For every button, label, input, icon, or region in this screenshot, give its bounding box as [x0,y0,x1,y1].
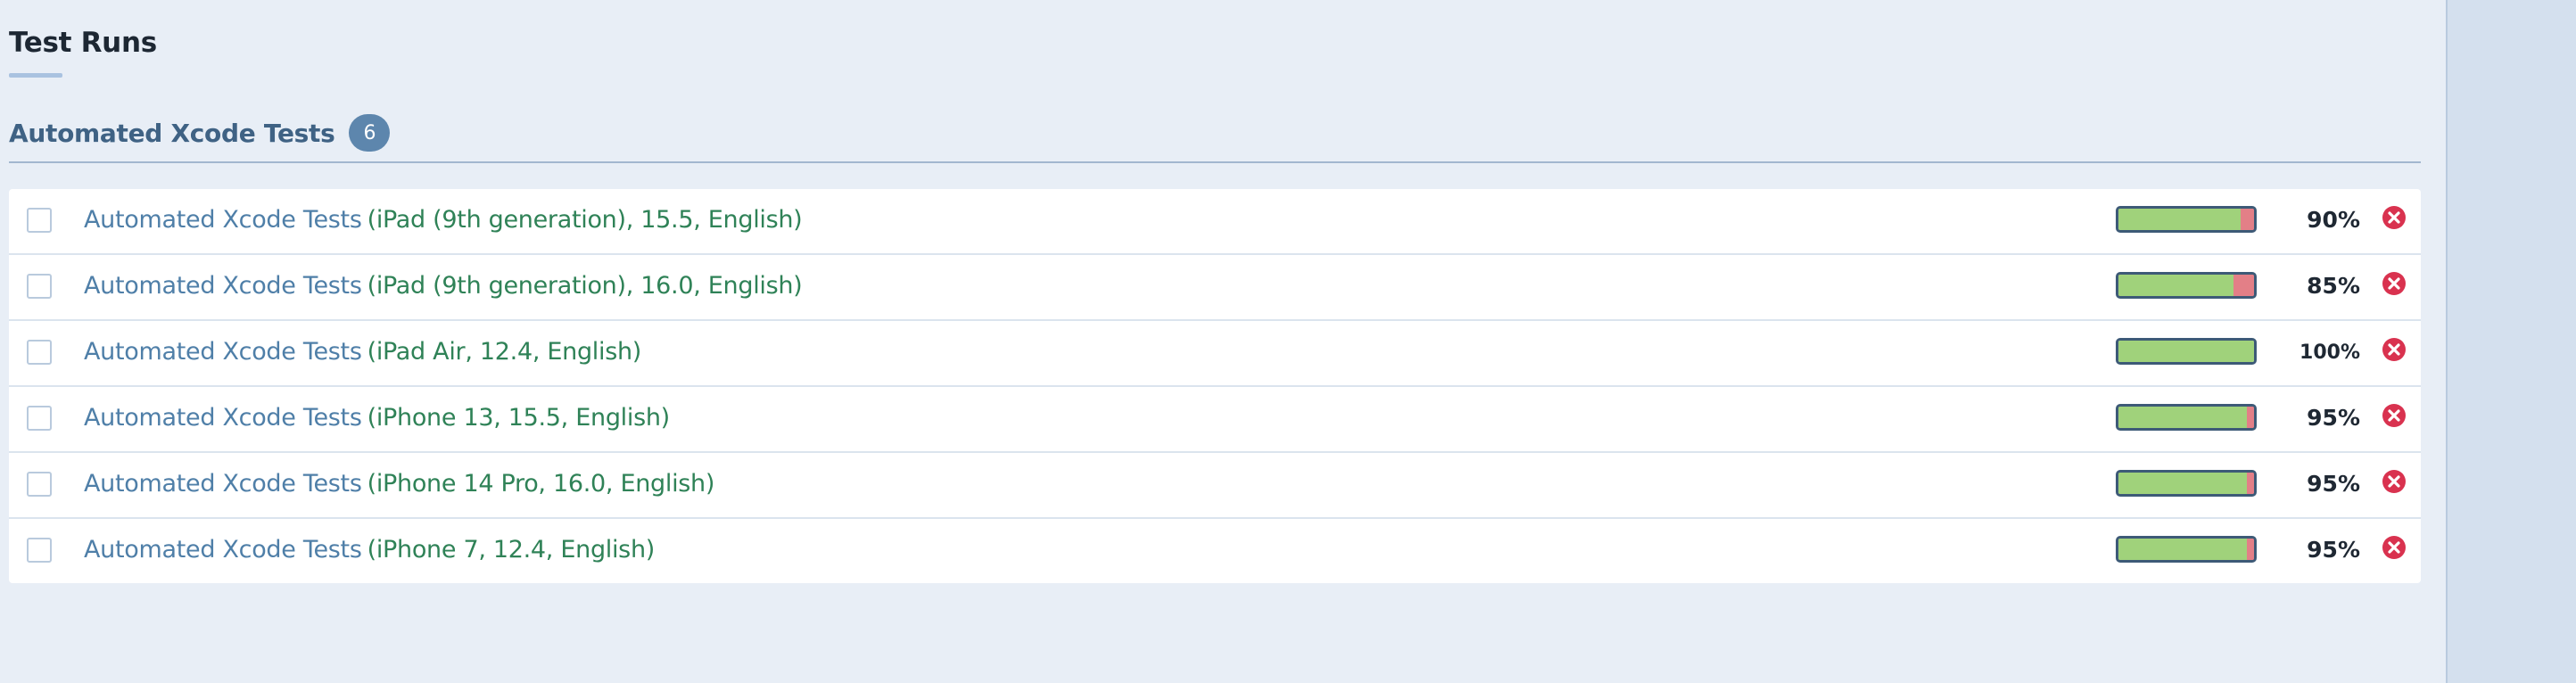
test-run-row: Automated Xcode Tests (iPhone 7, 12.4, En… [9,519,2421,583]
progress-pass-segment [2118,341,2254,362]
right-sidebar-panel [2446,0,2576,683]
pass-percentage: 90% [2307,207,2360,233]
test-run-row: Automated Xcode Tests (iPhone 13, 15.5, E… [9,387,2421,453]
progress-pass-segment [2118,473,2248,494]
test-run-link[interactable]: Automated Xcode Tests (iPhone 13, 15.5, E… [84,404,670,432]
pass-percentage: 95% [2307,537,2360,563]
test-run-name: Automated Xcode Tests [84,206,362,234]
test-run-row: Automated Xcode Tests (iPhone 14 Pro, 16.… [9,453,2421,519]
progress-fail-segment [2247,539,2254,560]
test-run-name: Automated Xcode Tests [84,404,362,432]
test-run-config: (iPhone 14 Pro, 16.0, English) [367,470,715,498]
progress-pass-segment [2118,209,2241,230]
page-title: Test Runs [9,27,157,59]
test-run-name: Automated Xcode Tests [84,536,362,564]
test-run-name: Automated Xcode Tests [84,470,362,498]
pass-percentage: 100% [2299,342,2360,364]
test-run-config: (iPad (9th generation), 15.5, English) [367,206,803,234]
test-run-config: (iPhone 13, 15.5, English) [367,404,671,432]
progress-bar [2116,338,2257,365]
test-run-row: Automated Xcode Tests (iPad (9th generati… [9,255,2421,321]
run-select-checkbox[interactable] [27,472,52,497]
progress-pass-segment [2118,407,2248,428]
run-select-checkbox[interactable] [27,274,52,299]
delete-icon[interactable] [2382,469,2407,494]
progress-fail-segment [2247,473,2254,494]
pass-percentage: 85% [2307,273,2360,299]
progress-bar [2116,470,2257,497]
delete-icon[interactable] [2382,535,2407,560]
section-header: Automated Xcode Tests 6 [9,114,391,152]
delete-icon[interactable] [2382,271,2407,296]
delete-icon[interactable] [2382,403,2407,428]
progress-fail-segment [2247,407,2254,428]
progress-bar [2116,536,2257,563]
progress-bar [2116,206,2257,233]
test-run-config: (iPad Air, 12.4, English) [367,338,642,366]
progress-bar [2116,404,2257,431]
run-select-checkbox[interactable] [27,538,52,563]
delete-icon[interactable] [2382,205,2407,230]
test-run-link[interactable]: Automated Xcode Tests (iPhone 7, 12.4, En… [84,536,655,564]
test-run-row: Automated Xcode Tests (iPad Air, 12.4, En… [9,321,2421,387]
delete-icon[interactable] [2382,337,2407,362]
test-run-config: (iPad (9th generation), 16.0, English) [367,272,803,300]
test-run-link[interactable]: Automated Xcode Tests (iPad Air, 12.4, En… [84,338,641,366]
section-divider [9,161,2421,163]
test-run-name: Automated Xcode Tests [84,272,362,300]
run-select-checkbox[interactable] [27,208,52,233]
progress-pass-segment [2118,539,2248,560]
test-run-config: (iPhone 7, 12.4, English) [367,536,656,564]
section-title: Automated Xcode Tests [9,118,335,148]
progress-pass-segment [2118,275,2234,296]
progress-fail-segment [2240,209,2254,230]
test-run-link[interactable]: Automated Xcode Tests (iPad (9th generati… [84,272,803,300]
run-count-badge: 6 [349,114,391,152]
title-underline [9,73,62,78]
test-run-link[interactable]: Automated Xcode Tests (iPad (9th generati… [84,206,803,234]
run-select-checkbox[interactable] [27,340,52,365]
main-content: Test Runs Automated Xcode Tests 6 Automa… [0,0,2446,683]
test-run-row: Automated Xcode Tests (iPad (9th generati… [9,189,2421,255]
progress-fail-segment [2233,275,2254,296]
run-select-checkbox[interactable] [27,406,52,431]
progress-bar [2116,272,2257,299]
pass-percentage: 95% [2307,405,2360,431]
test-runs-list: Automated Xcode Tests (iPad (9th generati… [9,189,2421,583]
test-run-name: Automated Xcode Tests [84,338,362,366]
test-run-link[interactable]: Automated Xcode Tests (iPhone 14 Pro, 16.… [84,470,714,498]
pass-percentage: 95% [2307,471,2360,497]
